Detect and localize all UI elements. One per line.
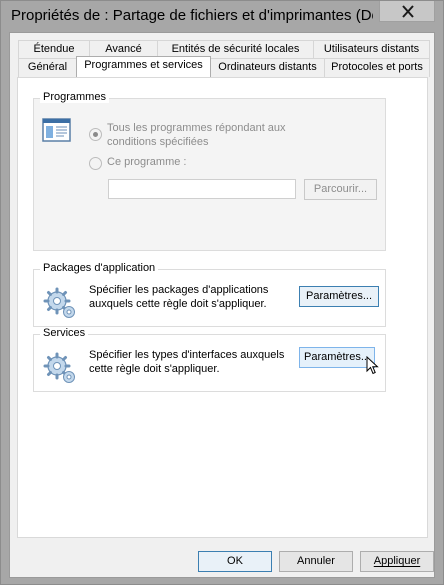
this-program-label: Ce programme : [107, 156, 187, 168]
app-packages-group: Packages d'application Spécifier les pac… [33, 262, 386, 327]
tab-general[interactable]: Général [18, 58, 77, 77]
all-programs-label-line1: Tous les programmes répondant aux [107, 122, 286, 134]
gear-icon [43, 352, 75, 383]
app-packages-settings-button[interactable]: Paramètres... [299, 286, 379, 307]
app-packages-group-label: Packages d'application [40, 262, 159, 274]
dialog-client-area: Étendue Avancé Entités de sécurité local… [9, 32, 435, 578]
ok-button[interactable]: OK [198, 551, 272, 572]
tab-utilisateurs-distants[interactable]: Utilisateurs distants [313, 40, 430, 59]
gear-icon [43, 287, 75, 318]
close-button[interactable] [379, 1, 435, 22]
services-settings-button[interactable]: Paramètres... [299, 347, 375, 368]
close-icon [402, 5, 414, 18]
programmes-services-panel: Programmes Tous les programmes répondant… [17, 77, 428, 538]
properties-window: Propriétés de : Partage de fichiers et d… [0, 0, 444, 585]
radio-this-program[interactable] [89, 157, 102, 170]
services-description-line2: cette règle doit s'appliquer. [89, 363, 220, 375]
tab-protocoles-et-ports[interactable]: Protocoles et ports [324, 58, 430, 77]
app-packages-description-line1: Spécifier les packages d'applications [89, 284, 269, 296]
radio-selected-dot [93, 132, 98, 137]
tab-ordinateurs-distants[interactable]: Ordinateurs distants [210, 58, 325, 77]
program-path-input[interactable] [108, 179, 296, 199]
radio-all-programs[interactable] [89, 128, 102, 141]
tab-programmes-et-services[interactable]: Programmes et services [76, 56, 211, 77]
browse-button[interactable]: Parcourir... [304, 179, 377, 200]
programmes-group: Programmes Tous les programmes répondant… [33, 91, 386, 251]
services-group-label: Services [40, 327, 89, 339]
services-group: Services Spécifier les types d'interface… [33, 327, 386, 392]
all-programs-label-line2: conditions spécifiées [107, 136, 209, 148]
program-window-icon [42, 118, 71, 142]
apply-button[interactable]: Appliquer [360, 551, 434, 572]
app-packages-description-line2: auxquels cette règle doit s'appliquer. [89, 298, 267, 310]
mouse-cursor-icon [366, 356, 379, 375]
cancel-button[interactable]: Annuler [279, 551, 353, 572]
window-title: Propriétés de : Partage de fichiers et d… [11, 7, 373, 24]
services-description-line1: Spécifier les types d'interfaces auxquel… [89, 349, 285, 361]
programmes-group-label: Programmes [40, 91, 109, 103]
title-bar[interactable]: Propriétés de : Partage de fichiers et d… [1, 1, 443, 32]
